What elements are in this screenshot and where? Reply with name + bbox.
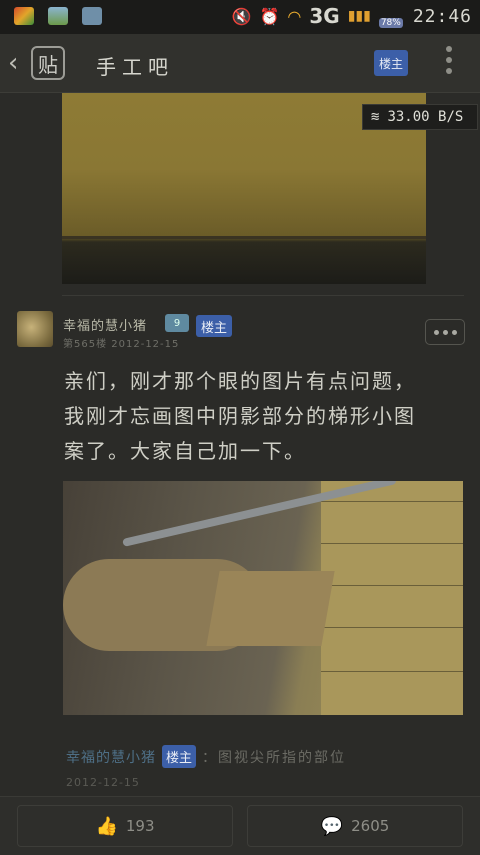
reply-time: 2012-12-15 [66,776,140,789]
comment-count: 2605 [351,817,390,835]
level-badge: 9 [165,314,189,332]
reply-text: ：图视尖所指的部位 [202,749,347,766]
bottom-bar: 👍 193 💬 2605 [0,796,480,855]
comment-button[interactable]: 💬 2605 [247,805,463,847]
battery-level: 78% [378,18,403,28]
tieba-logo[interactable]: 贴 [31,46,65,80]
like-count: 193 [125,817,155,835]
wifi-icon: ◠ [287,6,302,26]
shield-app-icon [14,7,34,25]
mute-icon: 🔇 [231,6,252,26]
op-badge: 楼主 [196,315,232,337]
only-op-button[interactable]: 楼主 [374,50,408,76]
post-more-button[interactable] [425,319,465,345]
paper-pattern [321,481,463,715]
speed-value: 33.00 B/S [387,109,464,125]
clock: 22:46 [412,5,472,27]
alarm-icon: ⏰ [259,6,280,26]
reply-item[interactable]: 幸福的慧小猪 楼主 ：图视尖所指的部位 [66,745,346,768]
network-type: 3G [309,4,340,28]
post-floor-time: 第565楼 2012-12-15 [63,339,180,350]
battery-icon: 78% [378,4,405,28]
back-icon[interactable]: ‹ [8,48,18,78]
page-title[interactable]: 手工吧 [96,51,174,80]
thumbs-up-icon: 👍 [95,815,118,837]
post-image[interactable] [63,481,463,715]
post-divider [62,295,464,296]
like-button[interactable]: 👍 193 [17,805,233,847]
reply-username[interactable]: 幸福的慧小猪 [66,747,156,767]
network-speed-overlay: ≋ 33.00 B/S [362,104,478,130]
signal-icon: ▮▮▮ [347,8,371,24]
comment-icon: 💬 [320,815,344,837]
eye-app-icon [82,7,102,25]
system-icons: 🔇 ⏰ ◠ 3G ▮▮▮ 78% 22:46 [232,4,472,28]
status-bar: 🔇 ⏰ ◠ 3G ▮▮▮ 78% 22:46 [0,0,480,34]
top-bar: ‹ 贴 手工吧 楼主 [0,34,480,93]
image-edge [62,236,426,239]
gallery-icon [48,7,68,25]
wifi-icon: ≋ [371,109,380,125]
post-username[interactable]: 幸福的慧小猪 [63,315,147,334]
paper-fold [206,571,335,646]
more-menu-icon[interactable] [446,46,454,74]
avatar[interactable] [17,311,53,347]
reply-op-badge: 楼主 [162,745,197,768]
post-text: 亲们，刚才那个眼的图片有点问题，我刚才忘画图中阴影部分的梯形小图案了。大家自己加… [64,369,416,463]
notification-icons [14,7,102,25]
